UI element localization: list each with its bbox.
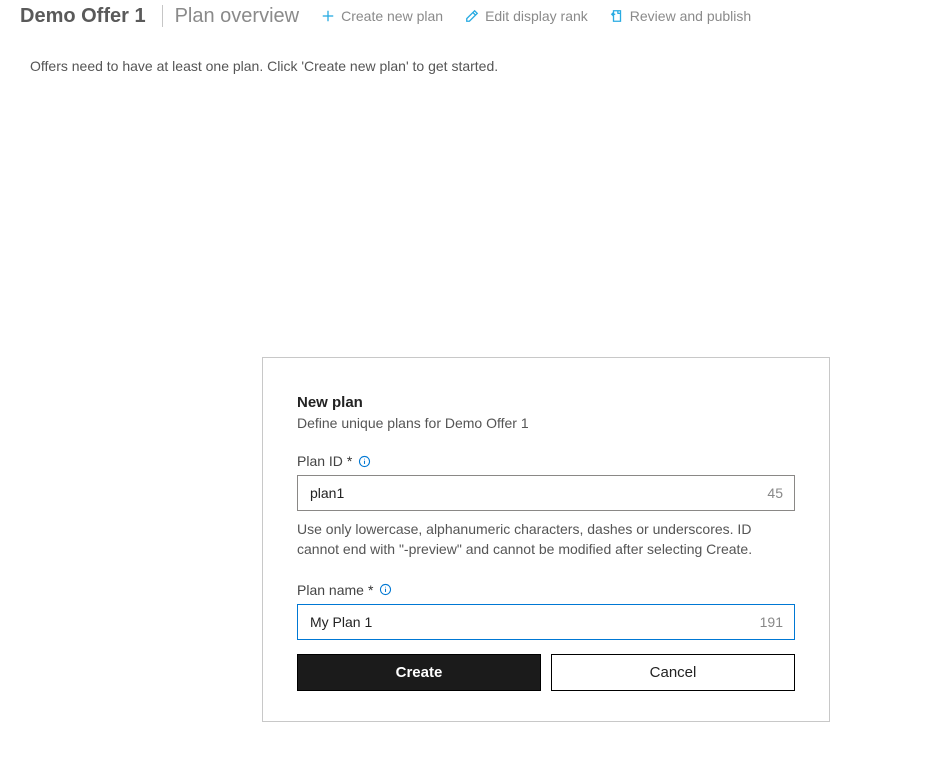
dialog-subtitle: Define unique plans for Demo Offer 1 [297,415,795,431]
edit-display-rank-button[interactable]: Edit display rank [457,4,596,28]
plan-name-label: Plan name * [297,582,795,598]
plus-icon [321,9,335,23]
pencil-icon [465,9,479,23]
toolbar-label: Edit display rank [485,8,588,24]
create-button[interactable]: Create [297,654,541,691]
plan-name-char-remaining: 191 [760,614,783,630]
required-asterisk: * [368,582,373,598]
dialog-button-row: Create Cancel [297,654,795,691]
page-title: Plan overview [171,5,308,28]
plan-id-help-text: Use only lowercase, alphanumeric charact… [297,519,795,560]
info-icon[interactable] [358,455,371,468]
label-text: Plan ID [297,453,343,469]
plan-id-label: Plan ID * [297,453,795,469]
plan-id-input[interactable] [297,475,795,511]
plan-name-input-wrap: 191 [297,604,795,640]
dialog-title: New plan [297,394,795,411]
plan-name-input[interactable] [297,604,795,640]
empty-state-help: Offers need to have at least one plan. C… [0,36,946,96]
create-new-plan-button[interactable]: Create new plan [313,4,451,28]
info-icon[interactable] [379,583,392,596]
plan-id-char-remaining: 45 [767,485,783,501]
new-plan-dialog: New plan Define unique plans for Demo Of… [262,357,830,722]
cancel-button[interactable]: Cancel [551,654,795,691]
toolbar-label: Create new plan [341,8,443,24]
label-text: Plan name [297,582,364,598]
publish-icon [610,9,624,23]
page-header: Demo Offer 1 Plan overview Create new pl… [0,0,946,36]
toolbar-label: Review and publish [630,8,751,24]
offer-title: Demo Offer 1 [20,5,154,28]
review-and-publish-button[interactable]: Review and publish [602,4,759,28]
plan-id-input-wrap: 45 [297,475,795,511]
header-divider [162,5,163,27]
required-asterisk: * [347,453,352,469]
